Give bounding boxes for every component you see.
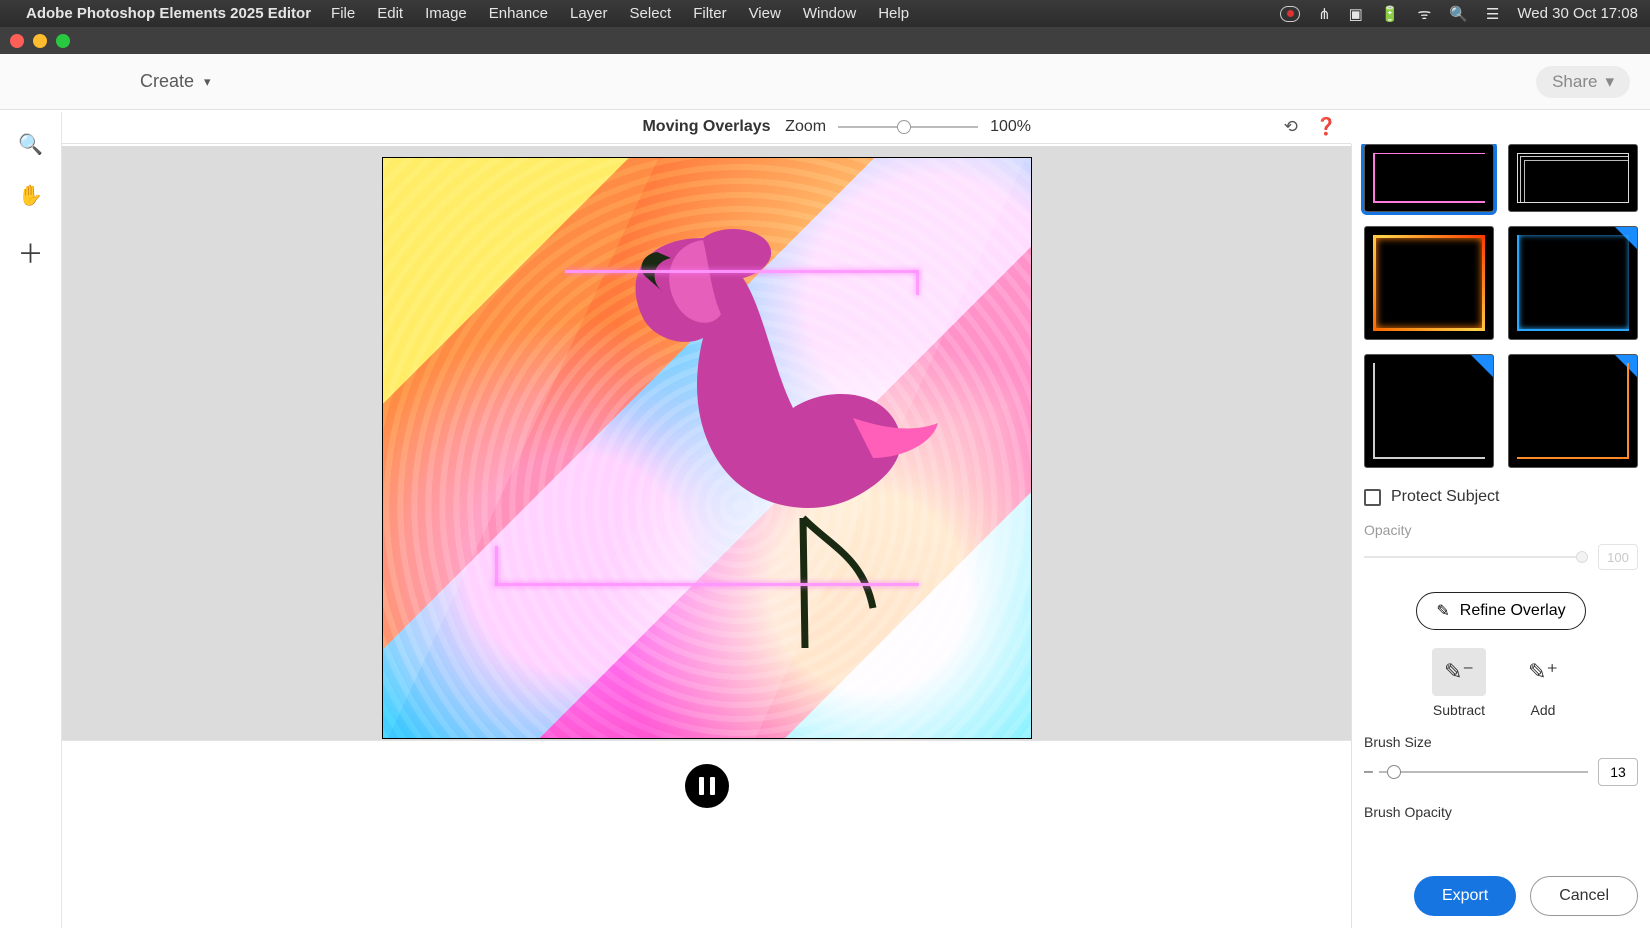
battery-icon[interactable]: 🔋 [1381, 5, 1400, 23]
overlay-frame-marker[interactable] [495, 270, 919, 586]
brush-size-value[interactable]: 13 [1598, 758, 1638, 786]
window-zoom-button[interactable] [56, 34, 70, 48]
menu-image[interactable]: Image [425, 5, 467, 22]
top-toolbar: Create ▾ Share ▾ [0, 54, 1650, 110]
zoom-control: Zoom 100% [785, 118, 1031, 136]
cc-status-icon[interactable]: ⋔ [1318, 5, 1331, 23]
share-dropdown[interactable]: Share ▾ [1536, 66, 1630, 98]
brush-mode-subtract[interactable]: ✎⁻ Subtract [1432, 648, 1486, 718]
macos-menubar: Adobe Photoshop Elements 2025 Editor Fil… [0, 0, 1650, 27]
brush-opacity-label: Brush Opacity [1364, 804, 1638, 820]
share-label: Share [1552, 72, 1597, 92]
create-label: Create [140, 71, 194, 92]
cancel-label: Cancel [1559, 887, 1609, 905]
right-panel: Protect Subject Opacity 100 ✎ Refine Ove… [1351, 144, 1650, 928]
document-header: Moving Overlays Zoom 100% ⟲ ❓ [62, 110, 1351, 144]
hand-tool-icon[interactable]: ✋ [18, 183, 43, 208]
window-titlebar [0, 27, 1650, 54]
brush-size-slider[interactable] [1379, 771, 1588, 773]
brush-size-label: Brush Size [1364, 734, 1638, 750]
undo-redo-icon[interactable]: ⟲ [1284, 117, 1298, 137]
cancel-button[interactable]: Cancel [1530, 876, 1638, 916]
protect-subject-checkbox[interactable] [1364, 489, 1381, 506]
overlay-preset-grid [1364, 144, 1638, 468]
overlay-preset-blue[interactable] [1508, 226, 1638, 340]
overlay-preset-grey[interactable] [1364, 354, 1494, 468]
control-center-icon[interactable]: ☰ [1486, 5, 1499, 23]
overlay-preset-pink[interactable] [1364, 144, 1494, 212]
opacity-slider-row: 100 [1364, 544, 1638, 570]
brush-opacity-block: Brush Opacity [1364, 804, 1638, 820]
menu-help[interactable]: Help [878, 5, 909, 22]
opacity-slider[interactable] [1364, 556, 1588, 558]
playback-bar [62, 740, 1351, 830]
refine-overlay-label: Refine Overlay [1460, 602, 1566, 620]
help-icon[interactable]: ❓ [1316, 117, 1337, 137]
brush-size-block: Brush Size – 13 [1364, 734, 1638, 786]
page-title: Moving Overlays [642, 118, 770, 136]
panel-footer: Export Cancel [1364, 876, 1638, 916]
brush-minus-icon: ✎⁻ [1432, 648, 1486, 696]
menu-window[interactable]: Window [803, 5, 856, 22]
zoom-value: 100% [990, 118, 1031, 136]
menu-enhance[interactable]: Enhance [489, 5, 548, 22]
menu-edit[interactable]: Edit [377, 5, 403, 22]
brush-mode-group: ✎⁻ Subtract ✎⁺ Add [1364, 648, 1638, 718]
overlay-preset-orange[interactable] [1508, 354, 1638, 468]
opacity-label: Opacity [1364, 522, 1638, 538]
zoom-slider-thumb[interactable] [897, 120, 911, 134]
minus-icon: – [1364, 763, 1373, 781]
opacity-value[interactable]: 100 [1598, 544, 1638, 570]
brush-icon: ✎ [1436, 601, 1449, 621]
menubar-clock[interactable]: Wed 30 Oct 17:08 [1517, 5, 1638, 22]
protect-subject-label: Protect Subject [1391, 488, 1500, 506]
chevron-down-icon: ▾ [1605, 72, 1614, 92]
menu-view[interactable]: View [749, 5, 781, 22]
protect-subject-row[interactable]: Protect Subject [1364, 488, 1638, 506]
menu-file[interactable]: File [331, 5, 355, 22]
canvas-holder [62, 146, 1351, 740]
screen-record-icon[interactable] [1280, 6, 1300, 22]
zoom-slider[interactable] [838, 126, 978, 128]
search-tool-icon[interactable]: 🔍 [18, 132, 43, 157]
brush-subtract-label: Subtract [1433, 702, 1485, 718]
export-button[interactable]: Export [1414, 876, 1516, 916]
zoom-label: Zoom [785, 118, 826, 136]
left-tool-strip: 🔍 ✋ ＋ [0, 112, 62, 928]
brush-mode-add[interactable]: ✎⁺ Add [1516, 648, 1570, 718]
window-close-button[interactable] [10, 34, 24, 48]
app-name[interactable]: Adobe Photoshop Elements 2025 Editor [26, 5, 311, 22]
refine-overlay-button[interactable]: ✎ Refine Overlay [1416, 592, 1586, 630]
add-tool-icon[interactable]: ＋ [17, 234, 43, 271]
brush-add-label: Add [1531, 702, 1556, 718]
chevron-down-icon: ▾ [204, 74, 211, 90]
play-status-icon[interactable]: ▣ [1349, 5, 1363, 23]
overlay-preset-lines[interactable] [1508, 144, 1638, 212]
pause-button[interactable] [685, 764, 729, 808]
export-label: Export [1442, 887, 1488, 905]
create-dropdown[interactable]: Create ▾ [140, 71, 211, 92]
opacity-slider-thumb[interactable] [1576, 551, 1588, 563]
window-minimize-button[interactable] [33, 34, 47, 48]
menu-filter[interactable]: Filter [693, 5, 726, 22]
brush-size-thumb[interactable] [1387, 765, 1401, 779]
menu-select[interactable]: Select [630, 5, 672, 22]
overlay-preset-fire[interactable] [1364, 226, 1494, 340]
canvas-workarea [62, 146, 1351, 830]
brush-plus-icon: ✎⁺ [1516, 648, 1570, 696]
wifi-icon[interactable]: ᯤ [1418, 4, 1432, 24]
menu-layer[interactable]: Layer [570, 5, 608, 22]
image-canvas[interactable] [382, 157, 1032, 739]
spotlight-icon[interactable]: 🔍 [1449, 5, 1468, 23]
